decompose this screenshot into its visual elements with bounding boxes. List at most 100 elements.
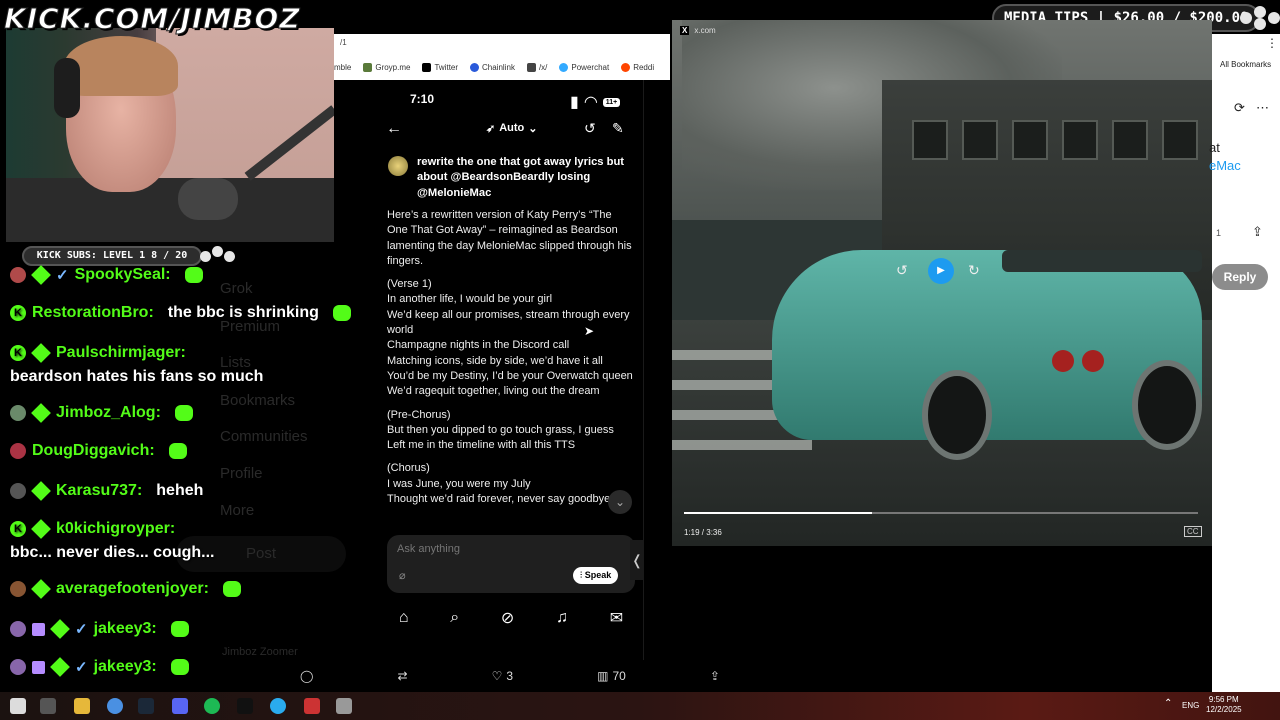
sub-badge-icon	[31, 343, 51, 363]
like-count: 3	[506, 669, 514, 683]
chat-avatar	[10, 621, 26, 637]
status-icons: ▮ ◠ 11+	[570, 92, 621, 112]
chat-text: the bbc is shrinking	[167, 304, 319, 321]
mode-select[interactable]: ➶ Auto ⌄	[486, 122, 537, 135]
bookmark-item[interactable]: mble	[334, 63, 351, 72]
phone-grok-screen: 7:10 ▮ ◠ 11+ ← ➶ Auto ⌄ ↺ ✎ rewrite the …	[378, 80, 644, 660]
tray-language[interactable]: ENG	[1182, 701, 1199, 710]
grid-icon	[526, 62, 536, 72]
more-icon[interactable]: ⋯	[1256, 100, 1269, 116]
chat-message: DougDiggavich:	[10, 442, 187, 460]
user-prompt: rewrite the one that got away lyrics but…	[417, 156, 625, 199]
windows-start-icon[interactable]	[10, 698, 26, 714]
emote-icon	[184, 267, 203, 283]
chat-avatar	[10, 483, 26, 499]
response-verse: (Verse 1) In another life, I would be yo…	[387, 278, 633, 398]
captions-icon[interactable]: CC	[1184, 526, 1202, 537]
bar-chart-icon: ▥	[597, 669, 609, 683]
bookmark-item[interactable]: Chainlink	[470, 62, 515, 72]
bell-icon[interactable]: ♫	[556, 609, 568, 627]
chat-text: beardson hates his fans so much	[10, 368, 264, 385]
chat-username[interactable]: Karasu737:	[56, 482, 142, 500]
retweet-icon[interactable]: ⇄	[398, 669, 408, 683]
browser-tab-fragment: /1	[340, 38, 347, 47]
reply-button[interactable]: Reply	[1212, 264, 1268, 290]
kebab-menu-icon[interactable]: ⋮	[1266, 36, 1278, 50]
share-icon[interactable]: ⇪	[710, 669, 720, 683]
telegram-icon[interactable]	[270, 698, 286, 714]
chrome-icon[interactable]	[107, 698, 123, 714]
chat-username[interactable]: RestorationBro:	[32, 304, 154, 322]
chat-username[interactable]: Jimboz_Alog:	[56, 404, 161, 422]
task-view-icon[interactable]	[40, 698, 56, 714]
reddit-icon	[621, 62, 631, 72]
powerchat-icon	[559, 62, 569, 72]
steam-icon[interactable]	[138, 698, 154, 714]
bookmark-item[interactable]: /x/	[526, 62, 547, 72]
all-bookmarks[interactable]: All Bookmarks	[1220, 60, 1271, 69]
verified-icon: ✓	[75, 621, 88, 638]
chainlink-icon	[470, 62, 480, 72]
car-taillight	[1052, 350, 1074, 372]
rewind-10-icon[interactable]: ↺	[896, 262, 908, 279]
app-icon[interactable]	[304, 698, 320, 714]
car-spoiler	[1002, 250, 1202, 272]
grok-icon[interactable]: ⊘	[501, 608, 514, 628]
obs-icon[interactable]	[237, 698, 253, 714]
share-icon[interactable]: ⇪	[1252, 224, 1263, 240]
file-explorer-icon[interactable]	[74, 698, 90, 714]
home-icon[interactable]: ⌂	[399, 609, 409, 627]
bookmark-item[interactable]: Groyp.me	[363, 62, 410, 72]
chat-username[interactable]: averagefootenjoyer:	[56, 580, 209, 598]
ask-box: ⌀ ⫶ Speak	[387, 535, 635, 593]
chevron-down-icon: ⌄	[528, 123, 538, 135]
play-button[interactable]: ▶	[928, 258, 954, 284]
search-icon[interactable]: ⌕	[450, 609, 459, 627]
tray-clock[interactable]: 9:56 PM 12/2/2025	[1206, 695, 1242, 715]
like-button[interactable]: ♡ 3	[492, 669, 513, 683]
edit-icon[interactable]: ✎	[612, 120, 624, 137]
gift-badge-icon	[32, 622, 45, 636]
emote-icon	[174, 405, 193, 421]
attach-icon[interactable]: ⌀	[399, 569, 406, 582]
history-icon[interactable]: ↺	[584, 120, 596, 137]
kick-badge-icon: K	[10, 345, 26, 361]
chat-username[interactable]: k0kichigroyper:	[56, 520, 175, 538]
video-player[interactable]: Xx.com ↺ ▶ ↻ 1:19 / 3:36 CC	[672, 20, 1212, 546]
chat-username[interactable]: jakeey3:	[94, 658, 157, 676]
chat-username[interactable]: jakeey3:	[94, 620, 157, 638]
bookmark-item[interactable]: Powerchat	[559, 62, 609, 72]
discord-icon[interactable]	[172, 698, 188, 714]
chat-message: bbc... never dies... cough...	[10, 544, 215, 562]
kick-subs-goal: KICK SUBS: LEVEL 1 8 / 20	[22, 246, 202, 266]
ask-input[interactable]	[397, 543, 557, 555]
rocket-icon: ➶	[486, 123, 496, 135]
view-count: 70	[612, 669, 626, 683]
bookmark-item[interactable]: Reddi	[621, 62, 654, 72]
app-icon[interactable]	[336, 698, 352, 714]
mail-icon[interactable]: ✉	[610, 608, 623, 628]
video-source-label: x.com	[694, 26, 716, 35]
views-button[interactable]: ▥ 70	[597, 669, 626, 683]
mention-fragment[interactable]: eMac	[1209, 158, 1241, 173]
speak-button[interactable]: ⫶ Speak	[573, 567, 619, 584]
verified-icon: ✓	[56, 267, 69, 284]
phone-bottom-nav: ⌂ ⌕ ⊘ ♫ ✉	[378, 606, 644, 630]
video-time: 1:19 / 3:36	[684, 528, 722, 537]
text-fragment: at	[1209, 140, 1220, 155]
reply-icon[interactable]: ◯	[300, 669, 313, 683]
forward-10-icon[interactable]: ↻	[968, 262, 980, 279]
spotify-icon[interactable]	[204, 698, 220, 714]
chat-username[interactable]: Paulschirmjager:	[56, 344, 186, 362]
groyp-icon	[363, 62, 373, 72]
chat-username[interactable]: DougDiggavich:	[32, 442, 155, 460]
refresh-icon[interactable]: ⟳	[1234, 100, 1245, 116]
tray-chevron-icon[interactable]: ⌃	[1164, 698, 1172, 709]
chat-text: heheh	[156, 482, 204, 499]
bookmark-item[interactable]: Twitter	[422, 62, 458, 72]
clock-time: 9:56 PM	[1208, 695, 1239, 704]
chat-username[interactable]: SpookySeal:	[75, 266, 171, 284]
back-arrow-icon[interactable]: ←	[386, 120, 402, 138]
collapse-handle[interactable]: ❬	[630, 540, 644, 580]
scroll-down-button[interactable]: ⌄	[608, 490, 632, 514]
